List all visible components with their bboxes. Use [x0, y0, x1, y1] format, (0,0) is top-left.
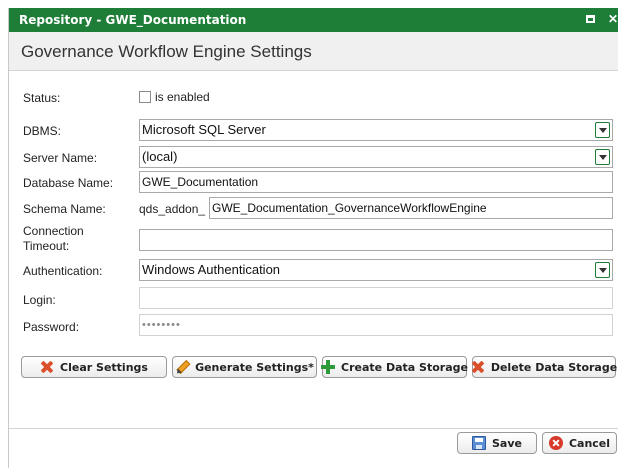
authentication-value: Windows Authentication	[142, 262, 281, 277]
create-data-storage-button[interactable]: Create Data Storage	[321, 356, 468, 378]
password-label: Password:	[23, 320, 80, 334]
login-input[interactable]	[139, 287, 613, 309]
plus-icon	[321, 360, 336, 374]
schema-name-label: Schema Name:	[23, 202, 106, 216]
x-icon	[40, 360, 54, 374]
cancel-label: Cancel	[568, 436, 611, 450]
chevron-down-icon[interactable]	[595, 149, 610, 165]
cancel-button[interactable]: Cancel	[542, 432, 617, 454]
dbms-value: Microsoft SQL Server	[142, 122, 266, 137]
cancel-circle-icon	[548, 436, 563, 450]
window-title: Repository - GWE_Documentation	[19, 13, 247, 27]
x-icon	[471, 360, 485, 374]
database-name-label: Database Name:	[23, 176, 114, 190]
dbms-label: DBMS:	[23, 124, 62, 138]
dbms-select[interactable]: Microsoft SQL Server	[139, 119, 613, 141]
server-name-label: Server Name:	[23, 151, 98, 165]
chevron-down-icon[interactable]	[595, 262, 610, 278]
settings-window: Repository - GWE_Documentation ✕ Governa…	[8, 8, 618, 468]
generate-settings-label: Generate Settings*	[195, 360, 314, 374]
connection-timeout-label-1: Connection	[23, 224, 84, 238]
connection-timeout-input[interactable]	[139, 229, 613, 251]
authentication-label: Authentication:	[23, 264, 103, 278]
dialog-header: Governance Workflow Engine Settings	[9, 32, 618, 71]
window-titlebar[interactable]: Repository - GWE_Documentation ✕	[9, 8, 618, 32]
chevron-down-icon[interactable]	[595, 122, 610, 138]
is-enabled-checkbox[interactable]	[139, 91, 151, 103]
pencil-icon	[172, 357, 192, 377]
is-enabled-label[interactable]: is enabled	[155, 90, 210, 104]
authentication-select[interactable]: Windows Authentication	[139, 259, 613, 281]
close-icon[interactable]: ✕	[605, 11, 618, 27]
generate-settings-button[interactable]: Generate Settings*	[172, 356, 317, 378]
save-button[interactable]: Save	[457, 432, 537, 454]
connection-timeout-label-2: Timeout:	[23, 239, 70, 253]
save-label: Save	[492, 436, 522, 450]
page-title: Governance Workflow Engine Settings	[21, 42, 312, 61]
delete-data-storage-button[interactable]: Delete Data Storage	[471, 356, 618, 378]
server-name-select[interactable]: (local)	[139, 146, 613, 168]
clear-settings-button[interactable]: Clear Settings	[21, 356, 167, 378]
maximize-icon[interactable]	[582, 11, 598, 27]
floppy-disk-icon	[472, 436, 486, 450]
clear-settings-label: Clear Settings	[60, 360, 148, 374]
database-name-input[interactable]: GWE_Documentation	[139, 171, 613, 193]
server-name-value: (local)	[142, 149, 178, 164]
schema-prefix: qds_addon_	[139, 202, 206, 216]
password-input[interactable]: ••••••••	[139, 314, 613, 336]
create-data-storage-label: Create Data Storage	[341, 360, 468, 374]
login-label: Login:	[23, 293, 56, 307]
delete-data-storage-label: Delete Data Storage	[490, 360, 618, 374]
schema-name-input[interactable]: GWE_Documentation_GovernanceWorkflowEngi…	[209, 197, 613, 219]
status-label: Status:	[23, 91, 61, 105]
footer-divider	[9, 428, 618, 429]
